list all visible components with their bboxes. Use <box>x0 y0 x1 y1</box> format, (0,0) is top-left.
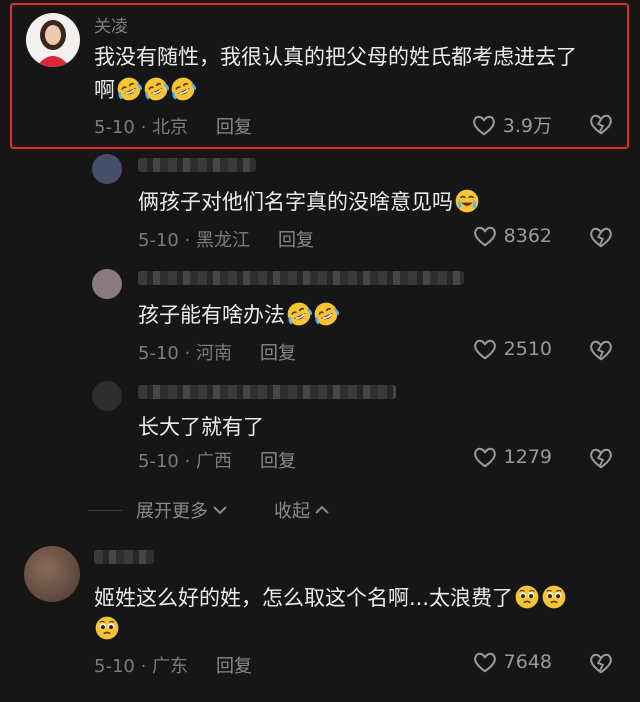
rofl-emoji <box>170 76 196 102</box>
chevron-up-icon <box>315 505 329 514</box>
comment-meta: 5-10 · 黑龙江 回复 <box>138 226 314 252</box>
like-count: 2510 <box>503 338 552 360</box>
rofl-emoji <box>143 76 169 102</box>
comment-meta: 5-10 · 北京 回复 <box>94 113 252 139</box>
reply-button[interactable]: 回复 <box>216 113 252 139</box>
comment-text-continued <box>94 613 120 646</box>
reply-text-content: 长大了就有了 <box>138 415 264 439</box>
comment-text: 姬姓这么好的姓，怎么取这个名啊...太浪费了 <box>94 582 624 615</box>
heart-outline-icon <box>472 224 498 248</box>
date-location: 5-10 · 河南 <box>138 343 233 364</box>
reply-item: 孩子能有啥办法 5-10 · 河南 回复 2510 <box>0 265 640 377</box>
pleading-face-emoji <box>541 584 567 610</box>
blurred-username <box>138 385 396 399</box>
heart-outline-icon <box>472 650 498 674</box>
expand-more-label: 展开更多 <box>136 501 208 522</box>
rofl-emoji <box>313 301 339 327</box>
comment-item: 关凌 我没有随性，我很认真的把父母的姓氏都考虑进去了 啊 5-10 · 北京 回… <box>0 0 640 150</box>
date-location: 5-10 · 北京 <box>94 117 189 138</box>
reply-text-content: 俩孩子对他们名字真的没啥意见吗 <box>138 190 453 214</box>
reply-button[interactable]: 回复 <box>260 339 296 365</box>
blurred-username <box>138 158 256 172</box>
avatar[interactable] <box>92 154 122 184</box>
thread-controls: 展开更多 收起 <box>88 497 330 523</box>
avatar[interactable] <box>24 546 80 602</box>
comment-text-line2: 啊 <box>94 78 115 102</box>
date-location: 5-10 · 黑龙江 <box>138 230 251 251</box>
comment-text-content: 姬姓这么好的姓，怎么取这个名啊...太浪费了 <box>94 586 514 610</box>
date-location: 5-10 · 广东 <box>94 656 189 677</box>
like-count: 1279 <box>503 446 552 468</box>
expand-more-button[interactable]: 展开更多 <box>136 497 228 523</box>
avatar[interactable] <box>92 269 122 299</box>
broken-heart-icon[interactable] <box>588 225 614 249</box>
reply-text-content: 孩子能有啥办法 <box>138 303 285 327</box>
rofl-emoji <box>286 301 312 327</box>
comment-text-line1: 我没有随性，我很认真的把父母的姓氏都考虑进去了 <box>94 45 577 69</box>
pleading-face-emoji <box>514 584 540 610</box>
comment-meta: 5-10 · 河南 回复 <box>138 339 296 365</box>
broken-heart-icon[interactable] <box>588 112 614 136</box>
comment-text: 我没有随性，我很认真的把父母的姓氏都考虑进去了 <box>94 41 624 74</box>
date-location: 5-10 · 广西 <box>138 451 233 472</box>
like-button[interactable]: 8362 <box>472 224 552 248</box>
blurred-username <box>94 550 154 564</box>
comment-meta: 5-10 · 广东 回复 <box>94 652 252 678</box>
reply-item: 俩孩子对他们名字真的没啥意见吗 5-10 · 黑龙江 回复 8362 <box>0 150 640 265</box>
blurred-username <box>138 271 464 285</box>
broken-heart-icon[interactable] <box>588 338 614 362</box>
comment-item: 姬姓这么好的姓，怎么取这个名啊...太浪费了 5-10 · 广东 回复 7648 <box>0 540 640 702</box>
like-button[interactable]: 1279 <box>472 445 552 469</box>
avatar[interactable] <box>26 13 80 67</box>
reply-text: 长大了就有了 <box>138 411 264 444</box>
chevron-down-icon <box>213 506 227 515</box>
reply-text: 俩孩子对他们名字真的没啥意见吗 <box>138 186 480 219</box>
reply-item: 长大了就有了 5-10 · 广西 回复 1279 <box>0 377 640 487</box>
collapse-button[interactable]: 收起 <box>274 497 330 523</box>
avatar[interactable] <box>92 381 122 411</box>
heart-outline-icon <box>472 337 498 361</box>
broken-heart-icon[interactable] <box>588 651 614 675</box>
like-button[interactable]: 7648 <box>472 650 552 674</box>
reply-text: 孩子能有啥办法 <box>138 299 339 332</box>
reply-button[interactable]: 回复 <box>216 652 252 678</box>
collapse-label: 收起 <box>274 501 310 522</box>
username[interactable]: 关凌 <box>94 12 128 37</box>
reply-button[interactable]: 回复 <box>260 447 296 473</box>
heart-outline-icon <box>472 445 498 469</box>
like-button[interactable]: 3.9万 <box>471 111 552 138</box>
laugh-cry-emoji <box>454 188 480 214</box>
comment-text-continued: 啊 <box>94 74 196 107</box>
like-count: 8362 <box>503 225 552 247</box>
like-count: 3.9万 <box>502 115 552 137</box>
like-button[interactable]: 2510 <box>472 337 552 361</box>
like-count: 7648 <box>503 651 552 673</box>
heart-outline-icon <box>471 113 497 137</box>
divider-line <box>88 509 122 511</box>
pleading-face-emoji <box>94 615 120 641</box>
rofl-emoji <box>116 76 142 102</box>
comment-meta: 5-10 · 广西 回复 <box>138 447 296 473</box>
broken-heart-icon[interactable] <box>588 446 614 470</box>
reply-button[interactable]: 回复 <box>278 226 314 252</box>
